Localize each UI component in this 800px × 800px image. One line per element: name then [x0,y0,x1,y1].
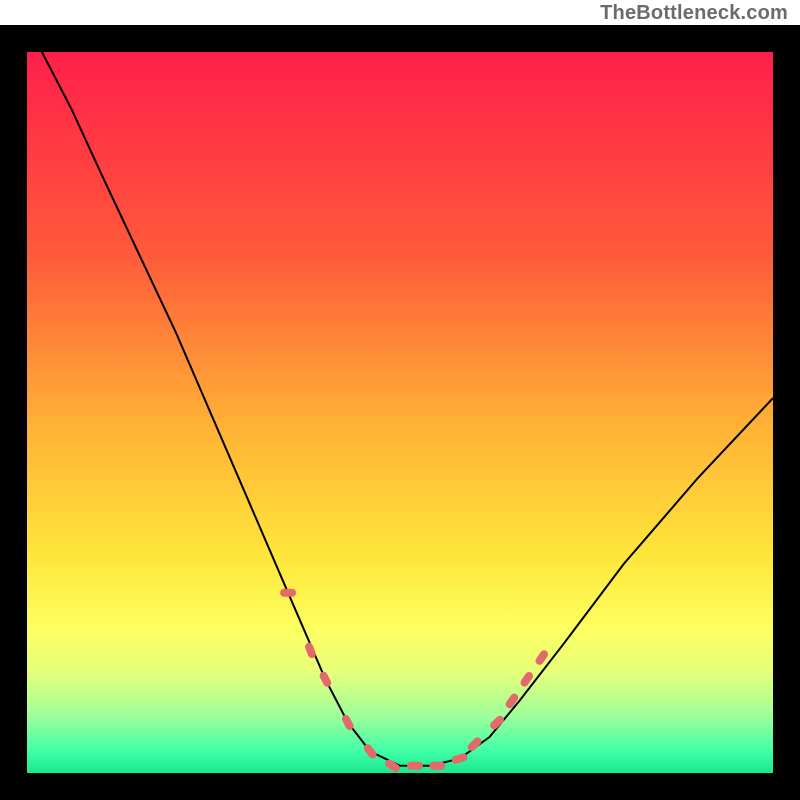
highlight-marker [407,762,423,770]
bottleneck-chart [0,0,800,800]
gradient-background [27,52,773,773]
chart-stage: TheBottleneck.com [0,0,800,800]
highlight-marker [429,762,445,770]
highlight-marker [280,589,296,597]
watermark-text: TheBottleneck.com [600,2,788,25]
